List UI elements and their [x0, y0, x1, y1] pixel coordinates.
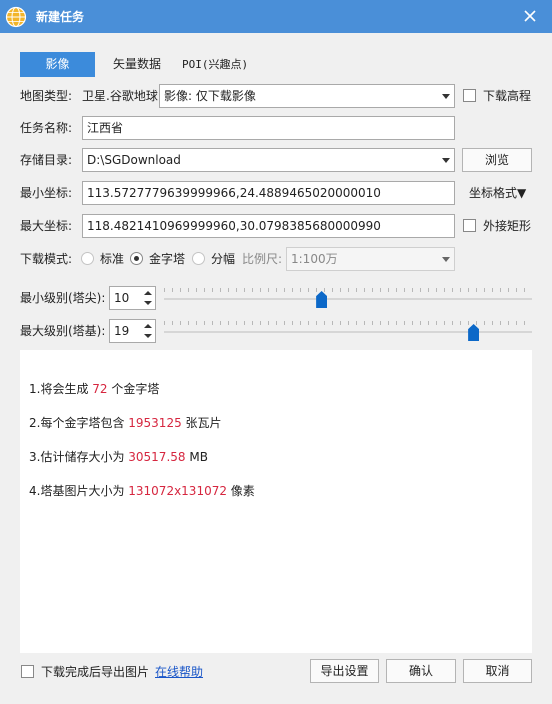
tab-vector-data[interactable]: 矢量数据 [113, 52, 161, 77]
summary-text: 4.塔基图片大小为 [29, 484, 129, 498]
stepper-down-icon[interactable] [142, 331, 154, 341]
mode-pyramid-radio[interactable] [130, 252, 143, 265]
mode-pyramid-label: 金字塔 [149, 252, 186, 266]
summary-value: 72 [92, 382, 108, 396]
task-summary-panel: 1.将会生成 72 个金字塔 2.每个金字塔包含 1953125 张瓦片 3.估… [20, 350, 532, 653]
tab-imagery[interactable]: 影像 [20, 52, 95, 77]
export-after-download-checkbox[interactable] [21, 665, 34, 678]
storage-dir-value: D:\SGDownload [87, 153, 181, 167]
coord-format-button[interactable]: 坐标格式▼ [469, 185, 526, 201]
min-level-stepper[interactable]: 10 [109, 286, 156, 310]
cancel-button[interactable]: 取消 [463, 659, 532, 683]
summary-text: 2.每个金字塔包含 [29, 416, 129, 430]
export-after-download-label: 下载完成后导出图片 [41, 665, 150, 679]
slider-ticks [164, 288, 532, 292]
summary-line-storage-size: 3.估计储存大小为 30517.58 MB [29, 448, 208, 465]
summary-text: 张瓦片 [181, 416, 222, 430]
summary-text: 3.估计储存大小为 [29, 450, 129, 464]
app-logo-icon [5, 6, 27, 27]
min-level-value: 10 [114, 291, 130, 305]
scale-label: 比例尺: [242, 252, 283, 266]
map-type-select[interactable]: 影像: 仅下载影像 [159, 84, 455, 108]
max-level-slider[interactable] [164, 321, 532, 343]
summary-line-tile-count: 2.每个金字塔包含 1953125 张瓦片 [29, 414, 222, 431]
chevron-down-icon [442, 257, 450, 262]
scale-select[interactable]: 1:100万 [286, 247, 455, 271]
outer-rect-checkbox[interactable] [463, 219, 476, 232]
browse-button[interactable]: 浏览 [462, 148, 532, 172]
map-type-value: 影像: 仅下载影像 [164, 89, 256, 103]
map-source-text: 卫星.谷歌地球 [82, 89, 158, 103]
tab-bar: 影像 矢量数据 POI(兴趣点) [20, 52, 248, 78]
max-coord-value: 118.4821410969999960,30.0798385680000990 [87, 219, 381, 233]
summary-line-pyramid-count: 1.将会生成 72 个金字塔 [29, 380, 159, 397]
storage-dir-label: 存储目录: [20, 153, 73, 167]
slider-thumb[interactable] [468, 324, 480, 341]
task-name-input[interactable]: 江西省 [82, 116, 455, 140]
download-elevation-label: 下载高程 [483, 89, 532, 103]
min-level-slider[interactable] [164, 288, 532, 310]
max-level-value: 19 [114, 324, 130, 338]
min-level-label: 最小级别(塔尖): [20, 291, 106, 305]
task-name-label: 任务名称: [20, 121, 73, 135]
max-level-stepper[interactable]: 19 [109, 319, 156, 343]
download-elevation-checkbox[interactable] [463, 89, 476, 102]
close-icon[interactable] [521, 7, 539, 25]
summary-value: 1953125 [128, 416, 182, 430]
min-coord-value: 113.5727779639999966,24.4889465020000010 [87, 186, 381, 200]
min-coord-label: 最小坐标: [20, 186, 73, 200]
mode-standard-radio[interactable] [81, 252, 94, 265]
storage-dir-select[interactable]: D:\SGDownload [82, 148, 455, 172]
summary-value: 131072x131072 [128, 484, 227, 498]
max-level-label: 最大级别(塔基): [20, 324, 106, 338]
mode-sheet-radio[interactable] [192, 252, 205, 265]
task-name-value: 江西省 [87, 121, 124, 135]
mode-standard-label: 标准 [100, 252, 125, 266]
online-help-link[interactable]: 在线帮助 [155, 664, 203, 680]
scale-value: 1:100万 [291, 252, 338, 266]
window-title: 新建任务 [36, 10, 85, 24]
min-coord-input[interactable]: 113.5727779639999966,24.4889465020000010 [82, 181, 455, 205]
chevron-down-icon [442, 158, 450, 163]
title-bar: 新建任务 [0, 0, 552, 33]
map-type-label: 地图类型: [20, 89, 73, 103]
export-settings-button[interactable]: 导出设置 [310, 659, 379, 683]
stepper-down-icon[interactable] [142, 298, 154, 308]
download-mode-label: 下载模式: [20, 252, 73, 266]
summary-line-image-size: 4.塔基图片大小为 131072x131072 像素 [29, 482, 255, 499]
stepper-up-icon[interactable] [142, 321, 154, 331]
max-coord-input[interactable]: 118.4821410969999960,30.0798385680000990 [82, 214, 455, 238]
slider-track [164, 298, 532, 300]
stepper-up-icon[interactable] [142, 288, 154, 298]
chevron-down-icon [442, 94, 450, 99]
summary-text: 个金字塔 [107, 382, 160, 396]
max-coord-label: 最大坐标: [20, 219, 73, 233]
mode-sheet-label: 分幅 [211, 252, 236, 266]
summary-text: 像素 [226, 484, 255, 498]
slider-ticks [164, 321, 532, 325]
confirm-button[interactable]: 确认 [386, 659, 456, 683]
slider-thumb[interactable] [316, 291, 328, 308]
outer-rect-label: 外接矩形 [483, 219, 532, 233]
summary-text: MB [185, 450, 208, 464]
tab-poi[interactable]: POI(兴趣点) [182, 52, 248, 77]
summary-text: 1.将会生成 [29, 382, 93, 396]
summary-value: 30517.58 [128, 450, 186, 464]
